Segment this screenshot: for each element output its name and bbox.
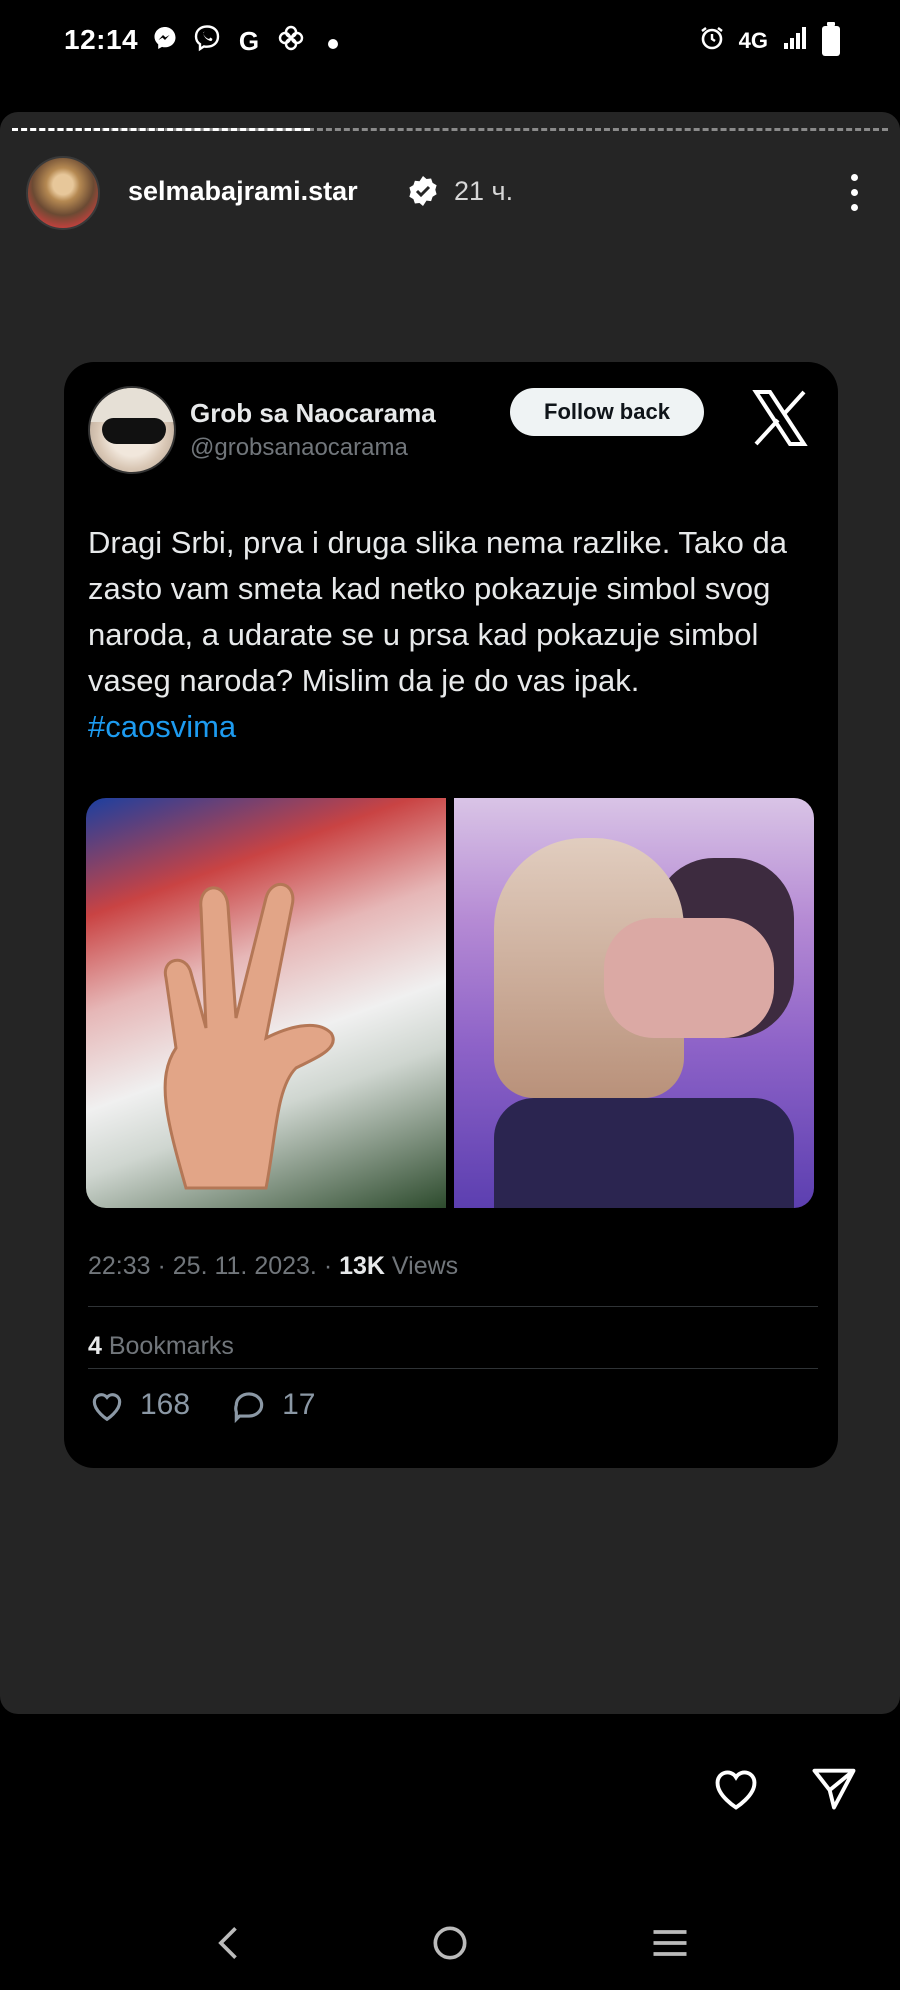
tweet-images <box>86 798 814 1208</box>
tweet-text: Dragi Srbi, prva i druga slika nema razl… <box>88 520 818 750</box>
google-icon: G <box>238 25 260 56</box>
tweet-author-name: Grob sa Naocarama <box>190 398 436 428</box>
tweet-card: Grob sa Naocarama @grobsanaocarama Follo… <box>64 362 838 1468</box>
status-time: 12:14 <box>64 24 139 55</box>
messenger-icon <box>150 25 180 58</box>
verified-badge-icon <box>406 174 440 208</box>
bookmarks-count: 4 <box>88 1332 102 1360</box>
heart-icon <box>92 1393 122 1422</box>
tweet-bookmarks: 4 Bookmarks <box>88 1332 234 1361</box>
tweet-likes: 168 <box>88 1386 190 1424</box>
tweet-body: Dragi Srbi, prva i druga slika nema razl… <box>88 525 787 698</box>
home-icon[interactable] <box>428 1921 472 1970</box>
tweet-image-hand-gesture <box>86 798 446 1208</box>
back-icon[interactable] <box>208 1921 252 1970</box>
story-viewer[interactable]: selmabajrami.star 21 ч. Grob sa Naocaram… <box>0 112 900 1714</box>
tweet-hashtag: #caosvima <box>88 709 237 744</box>
tweet-actions: 168 17 <box>88 1386 315 1424</box>
viber-icon <box>192 24 222 59</box>
avatar[interactable] <box>26 156 100 230</box>
divider <box>88 1368 818 1369</box>
story-header: selmabajrami.star 21 ч. <box>26 156 876 232</box>
notification-icons: G <box>150 24 348 58</box>
network-type: 4G <box>738 28 768 53</box>
story-actions <box>710 1762 860 1819</box>
pinwheel-icon <box>276 24 306 59</box>
like-heart-icon[interactable] <box>710 1762 762 1819</box>
bookmarks-label: Bookmarks <box>101 1332 234 1360</box>
alarm-icon <box>699 25 725 57</box>
recents-icon[interactable] <box>648 1921 692 1970</box>
dot-icon <box>318 26 348 57</box>
status-bar: 12:14 G 4G <box>0 0 900 84</box>
system-icons: 4G <box>699 22 840 58</box>
story-progress-fill <box>12 128 310 131</box>
story-username[interactable]: selmabajrami.star <box>128 176 358 207</box>
signal-icon <box>782 25 808 57</box>
replies-count: 17 <box>282 1388 316 1421</box>
reply-icon <box>234 1392 264 1424</box>
send-icon[interactable] <box>808 1762 860 1819</box>
tweet-views-count: 13K <box>339 1252 385 1280</box>
tweet-avatar <box>88 386 176 474</box>
tweet-author-handle: @grobsanaocarama <box>190 434 408 461</box>
story-time-ago: 21 ч. <box>454 176 514 206</box>
navigation-bar <box>0 1900 900 1990</box>
divider <box>88 1306 818 1307</box>
tweet-meta: 22:33 · 25. 11. 2023. · 13K Views <box>88 1252 458 1281</box>
more-options-icon[interactable] <box>842 162 866 222</box>
tweet-replies: 17 <box>230 1386 315 1424</box>
follow-back-button: Follow back <box>510 388 704 436</box>
likes-count: 168 <box>140 1388 191 1421</box>
tweet-views-label: Views <box>384 1252 459 1280</box>
battery-icon <box>822 22 840 56</box>
tweet-image-party <box>454 798 814 1208</box>
tweet-timestamp: 22:33 · 25. 11. 2023. · <box>88 1252 340 1280</box>
x-logo-icon <box>750 388 810 448</box>
